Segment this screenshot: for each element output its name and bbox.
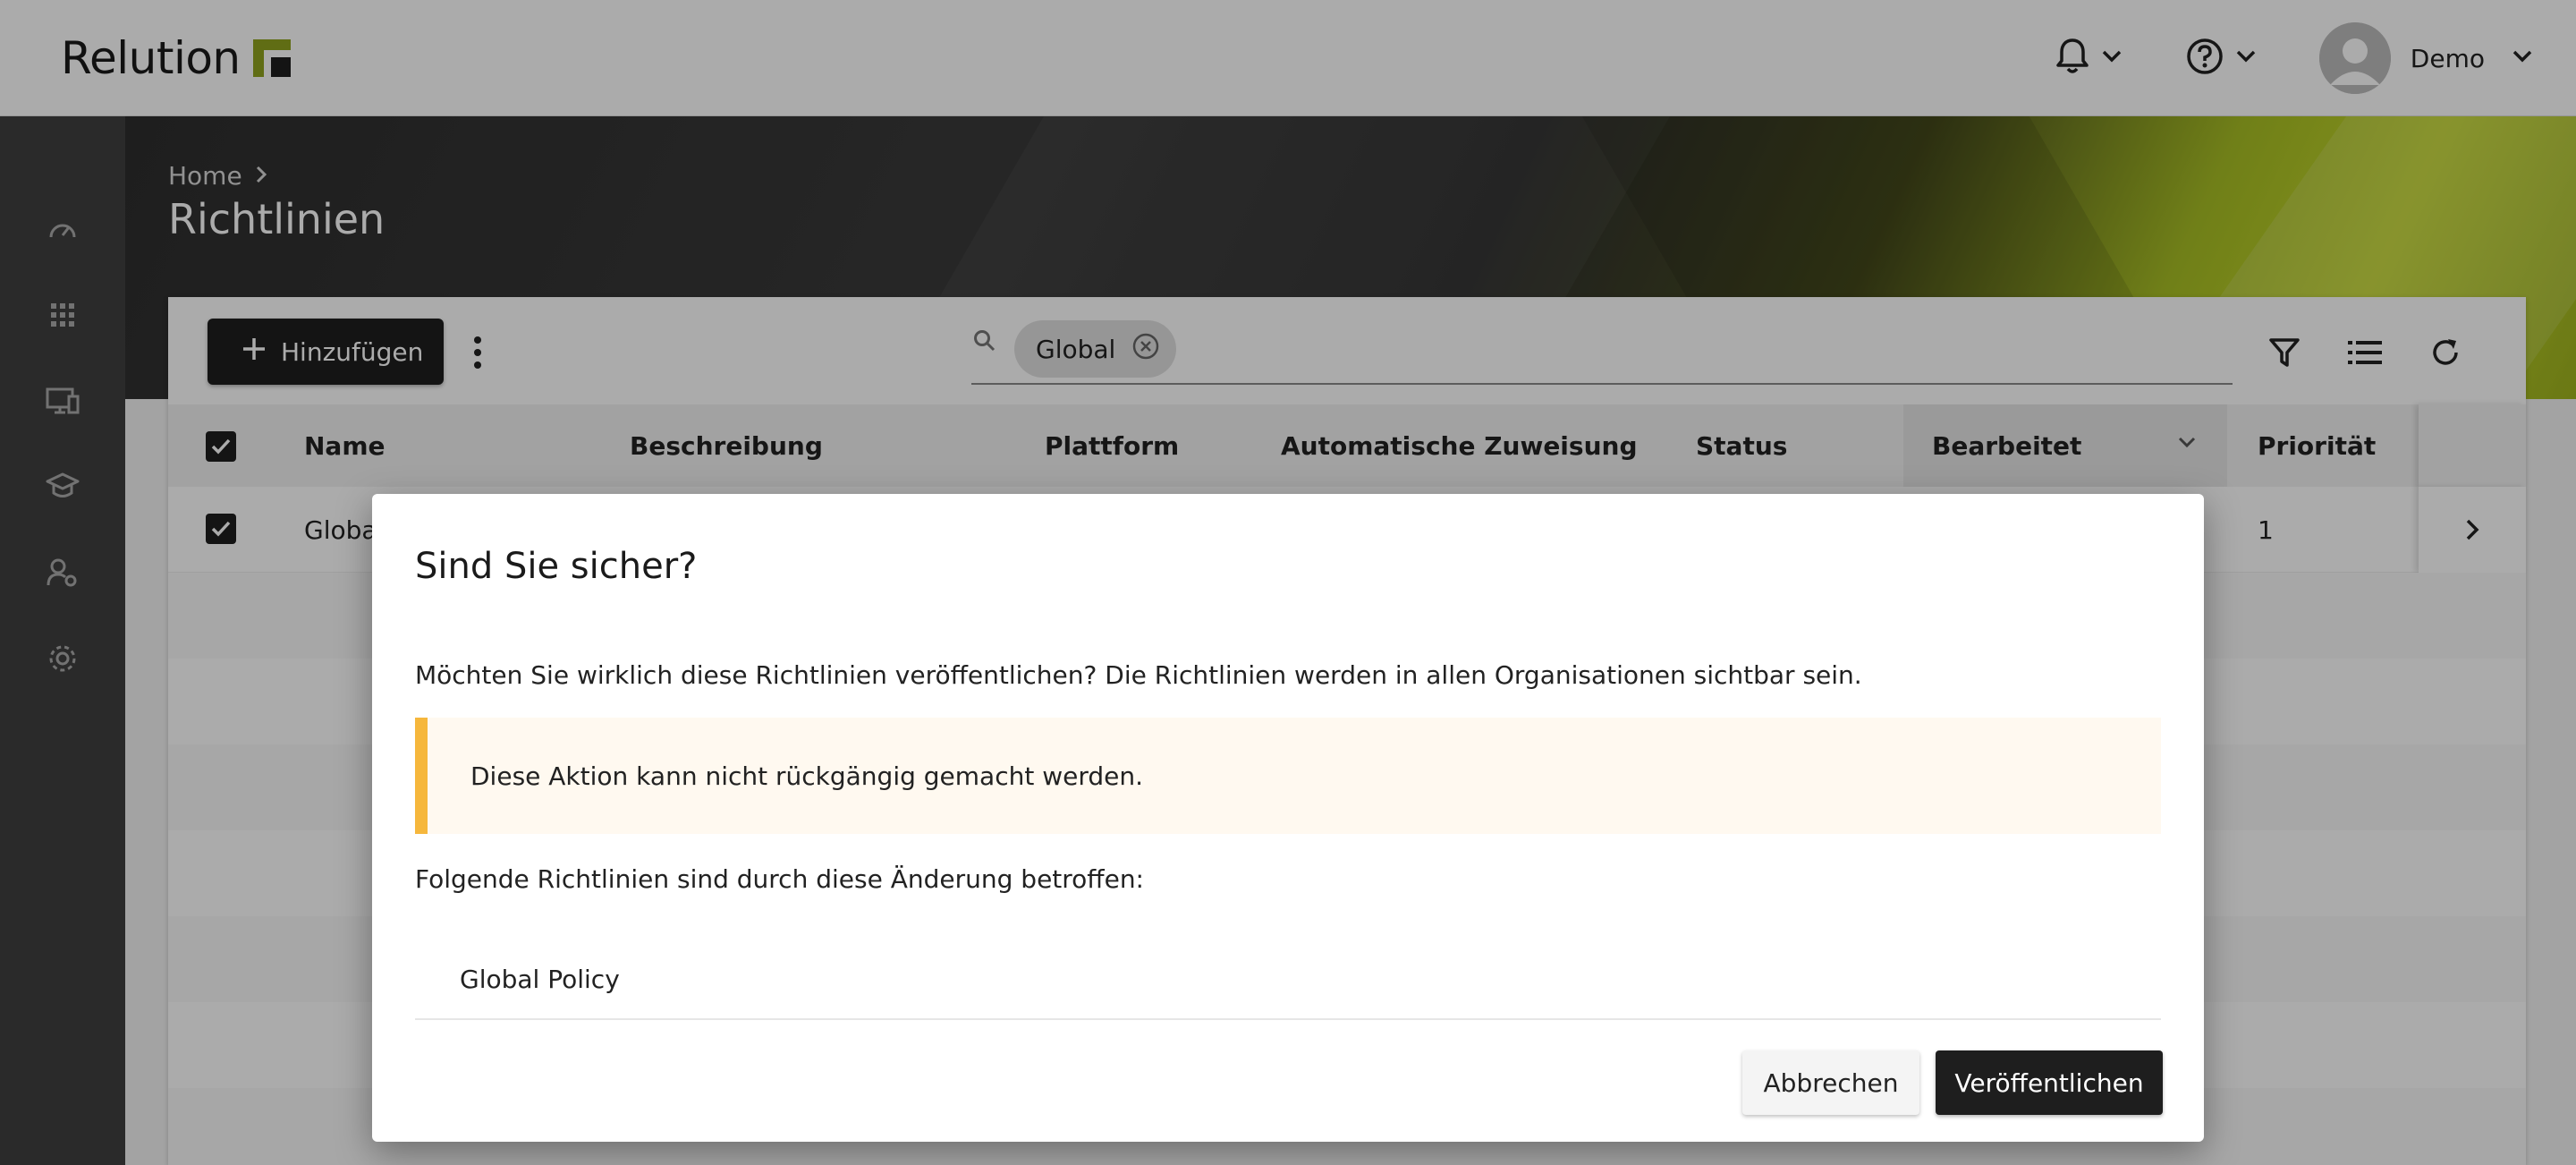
dialog-message: Möchten Sie wirklich diese Richtlinien v… xyxy=(415,660,1862,690)
publish-button[interactable]: Veröffentlichen xyxy=(1936,1050,2163,1115)
confirm-publish-dialog: Sind Sie sicher? Möchten Sie wirklich di… xyxy=(372,494,2204,1142)
cancel-button[interactable]: Abbrechen xyxy=(1742,1050,1919,1115)
dialog-title: Sind Sie sicher? xyxy=(415,546,698,587)
affected-list-label: Folgende Richtlinien sind durch diese Än… xyxy=(415,864,1144,894)
affected-policy-item: Global Policy xyxy=(415,938,2161,1020)
warning-callout: Diese Aktion kann nicht rückgängig gemac… xyxy=(415,718,2161,834)
affected-policy-name: Global Policy xyxy=(460,965,620,994)
warning-text: Diese Aktion kann nicht rückgängig gemac… xyxy=(470,761,1144,791)
